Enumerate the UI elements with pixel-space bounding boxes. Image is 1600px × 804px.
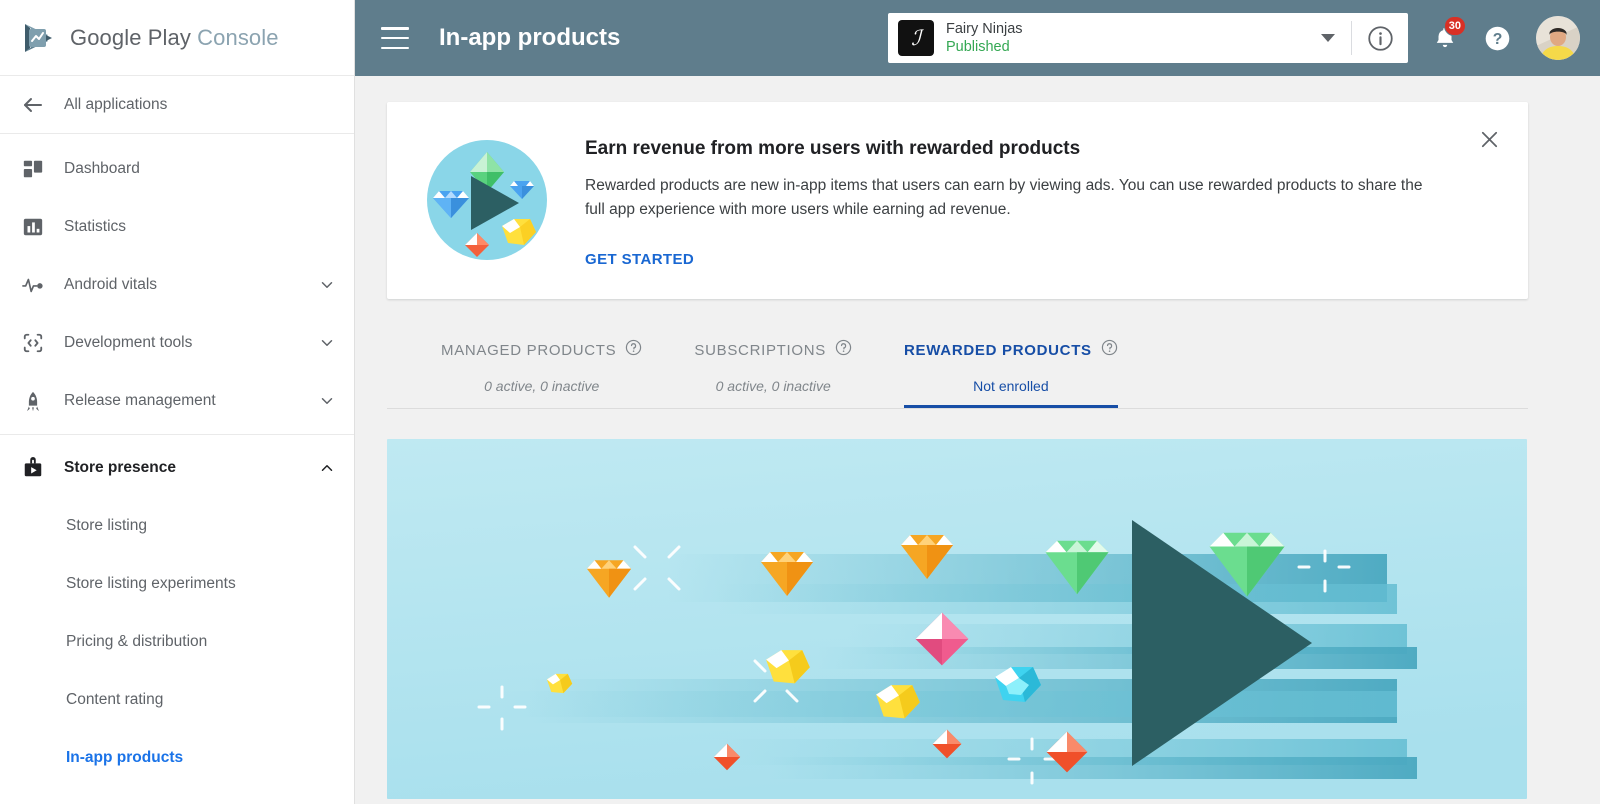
rocket-icon [20, 388, 46, 414]
help-circle-icon[interactable] [625, 339, 642, 361]
rewarded-products-circle-illustration-icon [419, 132, 555, 268]
notification-count-badge: 30 [1444, 16, 1466, 36]
page-title: In-app products [439, 24, 620, 52]
sidebar-subitem-pricing-distribution[interactable]: Pricing & distribution [0, 613, 354, 671]
main-area: In-app products ℐ Fairy Ninjas Published [355, 0, 1600, 804]
sidebar-subitem-content-rating[interactable]: Content rating [0, 671, 354, 729]
chevron-up-icon[interactable] [318, 459, 336, 477]
app-icon: ℐ [898, 20, 934, 56]
info-circle-icon[interactable] [1352, 25, 1408, 52]
google-play-logo-icon [22, 22, 56, 54]
tab-managed-products-sub: 0 active, 0 inactive [484, 378, 599, 394]
sidebar-subitem-pricing-distribution-label: Pricing & distribution [66, 633, 207, 651]
tab-rewarded-products-sub: Not enrolled [973, 378, 1049, 394]
tab-head: SUBSCRIPTIONS [694, 333, 852, 367]
chevron-down-icon[interactable] [318, 392, 336, 410]
tab-subscriptions-sub: 0 active, 0 inactive [716, 378, 831, 394]
brand-header[interactable]: Google Play Console [0, 0, 354, 76]
sidebar-subitem-in-app-products[interactable]: In-app products [0, 729, 354, 787]
sidebar-nav: Dashboard Statistics [0, 134, 354, 787]
sidebar-item-statistics-label: Statistics [64, 218, 336, 236]
promo-body: Earn revenue from more users with reward… [585, 128, 1498, 269]
sidebar-item-release-management-label: Release management [64, 392, 300, 410]
promo-title: Earn revenue from more users with reward… [585, 138, 1498, 160]
sidebar-item-release-management[interactable]: Release management [0, 372, 354, 430]
tab-managed-products-label: MANAGED PRODUCTS [441, 342, 616, 359]
tab-subscriptions[interactable]: SUBSCRIPTIONS 0 active, 0 inactive [668, 333, 878, 408]
sidebar-item-android-vitals-label: Android vitals [64, 276, 300, 294]
content-area: Earn revenue from more users with reward… [355, 76, 1600, 804]
svg-text:?: ? [1492, 31, 1502, 48]
sidebar-subitem-store-listing-experiments-label: Store listing experiments [66, 575, 236, 593]
bar-chart-icon [20, 214, 46, 240]
sidebar-subitem-store-listing[interactable]: Store listing [0, 497, 354, 555]
user-avatar[interactable] [1536, 16, 1580, 60]
rewarded-products-promo-card: Earn revenue from more users with reward… [387, 102, 1528, 299]
code-brackets-icon [20, 330, 46, 356]
app-root: Google Play Console All applications [0, 0, 1600, 804]
tab-underline [904, 405, 1118, 408]
sidebar-item-all-applications[interactable]: All applications [0, 76, 354, 134]
app-status-badge: Published [946, 38, 1321, 56]
sidebar-item-dashboard-label: Dashboard [64, 160, 336, 178]
close-icon[interactable] [1474, 124, 1504, 154]
sidebar-subitem-content-rating-label: Content rating [66, 691, 163, 709]
app-name: Fairy Ninjas [946, 20, 1321, 38]
chevron-down-icon[interactable] [1321, 34, 1335, 42]
notifications-button[interactable]: 30 [1422, 15, 1468, 61]
tab-underline [694, 405, 852, 408]
brand-console: Console [197, 25, 278, 50]
help-circle-icon[interactable] [1101, 339, 1118, 361]
chevron-down-icon[interactable] [318, 276, 336, 294]
dashboard-icon [20, 156, 46, 182]
store-bag-play-icon [20, 455, 46, 481]
promo-description: Rewarded products are new in-app items t… [585, 174, 1425, 221]
product-type-tabs: MANAGED PRODUCTS 0 active, 0 inactive [387, 333, 1528, 409]
sidebar-item-store-presence[interactable]: Store presence [0, 439, 354, 497]
arrow-left-icon [20, 92, 46, 118]
tab-rewarded-products-label: REWARDED PRODUCTS [904, 342, 1092, 359]
sidebar-subitem-store-listing-label: Store listing [66, 517, 147, 535]
get-started-button[interactable]: GET STARTED [585, 251, 694, 268]
tab-head: REWARDED PRODUCTS [904, 333, 1118, 367]
sidebar-subitem-in-app-products-label: In-app products [66, 749, 183, 767]
sidebar-item-store-presence-label: Store presence [64, 459, 300, 477]
app-selector-meta: Fairy Ninjas Published [946, 20, 1321, 56]
tab-underline [441, 405, 642, 408]
brand-title: Google Play Console [70, 25, 279, 51]
tab-rewarded-products[interactable]: REWARDED PRODUCTS Not enrolled [878, 333, 1144, 408]
help-circle-icon[interactable] [835, 339, 852, 361]
app-selector[interactable]: ℐ Fairy Ninjas Published [888, 13, 1408, 63]
brand-google-play: Google Play [70, 25, 191, 50]
top-header-bar: In-app products ℐ Fairy Ninjas Published [355, 0, 1600, 76]
tab-subscriptions-label: SUBSCRIPTIONS [694, 342, 826, 359]
tab-managed-products[interactable]: MANAGED PRODUCTS 0 active, 0 inactive [415, 333, 668, 408]
help-button[interactable]: ? [1474, 15, 1520, 61]
sidebar-item-dashboard[interactable]: Dashboard [0, 140, 354, 198]
sidebar-item-statistics[interactable]: Statistics [0, 198, 354, 256]
sidebar-item-development-tools[interactable]: Development tools [0, 314, 354, 372]
chevron-down-icon[interactable] [318, 334, 336, 352]
sidebar-divider [0, 434, 354, 435]
sidebar-all-applications-label: All applications [64, 96, 167, 114]
header-actions: 30 ? [1422, 15, 1580, 61]
sidebar-item-android-vitals[interactable]: Android vitals [0, 256, 354, 314]
hamburger-menu-icon[interactable] [381, 27, 409, 49]
sidebar: Google Play Console All applications [0, 0, 355, 804]
sidebar-subitem-store-listing-experiments[interactable]: Store listing experiments [0, 555, 354, 613]
rewarded-gems-play-banner-icon [387, 439, 1527, 799]
pulse-icon [20, 272, 46, 298]
sidebar-item-development-tools-label: Development tools [64, 334, 300, 352]
tab-head: MANAGED PRODUCTS [441, 333, 642, 367]
